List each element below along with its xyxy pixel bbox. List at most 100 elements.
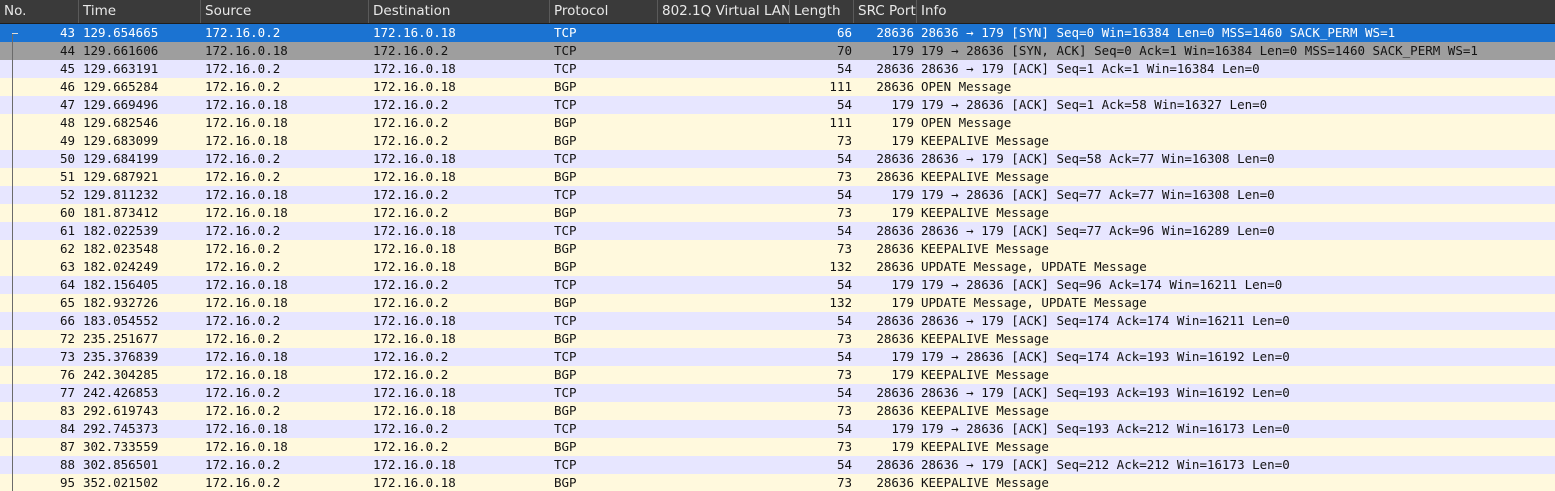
packet-cell-protocol: TCP xyxy=(554,313,577,328)
packet-cell-info: 179 → 28636 [ACK] Seq=77 Ack=77 Win=1630… xyxy=(921,187,1275,202)
column-header-source[interactable]: Source xyxy=(201,0,369,23)
column-header-info[interactable]: Info xyxy=(917,0,1555,23)
packet-row[interactable]: 43 129.654665 172.16.0.2 172.16.0.18 TCP 66 28… xyxy=(0,24,1555,42)
packet-cell-time: 181.873412 xyxy=(83,205,159,220)
packet-cell-destination: 172.16.0.18 xyxy=(373,151,456,166)
packet-row[interactable]: 88 302.856501 172.16.0.2 172.16.0.18 TCP 54 28… xyxy=(0,456,1555,474)
packet-row[interactable]: 64 182.156405 172.16.0.18 172.16.0.2 TCP 54 17… xyxy=(0,276,1555,294)
packet-cell-destination: 172.16.0.18 xyxy=(373,331,456,346)
column-header-time[interactable]: Time xyxy=(79,0,201,23)
packet-row[interactable]: 50 129.684199 172.16.0.2 172.16.0.18 TCP 54 28… xyxy=(0,150,1555,168)
packet-cell-destination: 172.16.0.18 xyxy=(373,313,456,328)
packet-row[interactable]: 77 242.426853 172.16.0.2 172.16.0.18 TCP 54 28… xyxy=(0,384,1555,402)
packet-cell-vlan xyxy=(662,150,790,168)
column-header-no[interactable]: No. xyxy=(0,0,79,23)
packet-cell-vlan xyxy=(662,366,790,384)
packet-cell-protocol: TCP xyxy=(554,223,577,238)
packet-cell-src-port: 28636 xyxy=(876,331,914,346)
packet-row[interactable]: 95 352.021502 172.16.0.2 172.16.0.18 BGP 73 28… xyxy=(0,474,1555,491)
column-header-protocol[interactable]: Protocol xyxy=(550,0,658,23)
packet-row[interactable]: 60 181.873412 172.16.0.18 172.16.0.2 BGP 73 17… xyxy=(0,204,1555,222)
column-header-destination[interactable]: Destination xyxy=(369,0,550,23)
packet-cell-destination: 172.16.0.18 xyxy=(373,25,456,40)
packet-row[interactable]: 47 129.669496 172.16.0.18 172.16.0.2 TCP 54 17… xyxy=(0,96,1555,114)
packet-cell-protocol: BGP xyxy=(554,205,577,220)
packet-cell-length: 70 xyxy=(836,43,852,58)
packet-cell-time: 129.683099 xyxy=(83,133,159,148)
packet-cell-length: 111 xyxy=(829,115,852,130)
packet-row[interactable]: 62 182.023548 172.16.0.2 172.16.0.18 BGP 73 28… xyxy=(0,240,1555,258)
packet-cell-vlan xyxy=(662,24,790,42)
packet-row[interactable]: 48 129.682546 172.16.0.18 172.16.0.2 BGP 111 1… xyxy=(0,114,1555,132)
column-header-length[interactable]: Length xyxy=(790,0,854,23)
packet-cell-length: 73 xyxy=(836,241,852,256)
column-header-vlan[interactable]: 802.1Q Virtual LAN xyxy=(658,0,790,23)
packet-cell-time: 129.661606 xyxy=(83,43,159,58)
packet-cell-protocol: TCP xyxy=(554,97,577,112)
packet-cell-time: 129.682546 xyxy=(83,115,159,130)
packet-cell-protocol: BGP xyxy=(554,169,577,184)
packet-cell-source: 172.16.0.2 xyxy=(205,79,281,94)
packet-row[interactable]: 44 129.661606 172.16.0.18 172.16.0.2 TCP 70 17… xyxy=(0,42,1555,60)
packet-cell-time: 129.669496 xyxy=(83,97,159,112)
packet-cell-src-port: 179 xyxy=(891,133,914,148)
packet-row[interactable]: 61 182.022539 172.16.0.2 172.16.0.18 TCP 54 28… xyxy=(0,222,1555,240)
packet-cell-protocol: BGP xyxy=(554,439,577,454)
packet-cell-source: 172.16.0.18 xyxy=(205,43,288,58)
packet-row[interactable]: 84 292.745373 172.16.0.18 172.16.0.2 TCP 54 17… xyxy=(0,420,1555,438)
packet-cell-destination: 172.16.0.18 xyxy=(373,403,456,418)
packet-cell-destination: 172.16.0.18 xyxy=(373,61,456,76)
packet-cell-source: 172.16.0.18 xyxy=(205,97,288,112)
packet-row[interactable]: 76 242.304285 172.16.0.18 172.16.0.2 BGP 73 17… xyxy=(0,366,1555,384)
packet-cell-destination: 172.16.0.18 xyxy=(373,223,456,238)
packet-row[interactable]: 87 302.733559 172.16.0.18 172.16.0.2 BGP 73 17… xyxy=(0,438,1555,456)
packet-cell-vlan xyxy=(662,114,790,132)
packet-cell-length: 54 xyxy=(836,349,852,364)
packet-cell-vlan xyxy=(662,42,790,60)
packet-cell-vlan xyxy=(662,294,790,312)
packet-cell-info: KEEPALIVE Message xyxy=(921,367,1049,382)
packet-cell-time: 182.024249 xyxy=(83,259,159,274)
packet-row[interactable]: 66 183.054552 172.16.0.2 172.16.0.18 TCP 54 28… xyxy=(0,312,1555,330)
packet-cell-source: 172.16.0.2 xyxy=(205,313,281,328)
packet-cell-info: 179 → 28636 [ACK] Seq=96 Ack=174 Win=162… xyxy=(921,277,1283,292)
packet-cell-vlan xyxy=(662,186,790,204)
packet-cell-src-port: 28636 xyxy=(876,385,914,400)
packet-row[interactable]: 65 182.932726 172.16.0.18 172.16.0.2 BGP 132 1… xyxy=(0,294,1555,312)
packet-row[interactable]: 45 129.663191 172.16.0.2 172.16.0.18 TCP 54 28… xyxy=(0,60,1555,78)
packet-cell-time: 129.663191 xyxy=(83,61,159,76)
packet-cell-length: 54 xyxy=(836,313,852,328)
packet-cell-destination: 172.16.0.2 xyxy=(373,115,449,130)
packet-cell-protocol: TCP xyxy=(554,349,577,364)
packet-cell-vlan xyxy=(662,96,790,114)
packet-cell-time: 352.021502 xyxy=(83,475,159,490)
packet-cell-info: 179 → 28636 [ACK] Seq=1 Ack=58 Win=16327… xyxy=(921,97,1268,112)
conversation-tree-start xyxy=(12,33,18,34)
column-header-src-port[interactable]: SRC Port xyxy=(854,0,917,23)
packet-cell-destination: 172.16.0.18 xyxy=(373,241,456,256)
packet-cell-length: 73 xyxy=(836,403,852,418)
packet-list[interactable]: No. Time Source Destination Protocol 802… xyxy=(0,0,1555,491)
packet-row[interactable]: 46 129.665284 172.16.0.2 172.16.0.18 BGP 111 2… xyxy=(0,78,1555,96)
packet-cell-length: 54 xyxy=(836,223,852,238)
packet-cell-vlan xyxy=(662,258,790,276)
packet-cell-source: 172.16.0.2 xyxy=(205,403,281,418)
packet-cell-destination: 172.16.0.18 xyxy=(373,385,456,400)
packet-cell-protocol: BGP xyxy=(554,331,577,346)
packet-cell-src-port: 28636 xyxy=(876,241,914,256)
packet-row[interactable]: 49 129.683099 172.16.0.18 172.16.0.2 BGP 73 17… xyxy=(0,132,1555,150)
packet-row[interactable]: 73 235.376839 172.16.0.18 172.16.0.2 TCP 54 17… xyxy=(0,348,1555,366)
packet-cell-info: 28636 → 179 [ACK] Seq=212 Ack=212 Win=16… xyxy=(921,457,1290,472)
packet-cell-destination: 172.16.0.2 xyxy=(373,295,449,310)
packet-cell-length: 54 xyxy=(836,277,852,292)
packet-cell-source: 172.16.0.18 xyxy=(205,421,288,436)
packet-row[interactable]: 51 129.687921 172.16.0.2 172.16.0.18 BGP 73 28… xyxy=(0,168,1555,186)
packet-cell-protocol: BGP xyxy=(554,295,577,310)
packet-cell-protocol: TCP xyxy=(554,25,577,40)
packet-row[interactable]: 83 292.619743 172.16.0.2 172.16.0.18 BGP 73 28… xyxy=(0,402,1555,420)
packet-cell-length: 54 xyxy=(836,385,852,400)
packet-row[interactable]: 63 182.024249 172.16.0.2 172.16.0.18 BGP 132 2… xyxy=(0,258,1555,276)
packet-row[interactable]: 72 235.251677 172.16.0.2 172.16.0.18 BGP 73 28… xyxy=(0,330,1555,348)
packet-cell-vlan xyxy=(662,222,790,240)
packet-row[interactable]: 52 129.811232 172.16.0.18 172.16.0.2 TCP 54 17… xyxy=(0,186,1555,204)
